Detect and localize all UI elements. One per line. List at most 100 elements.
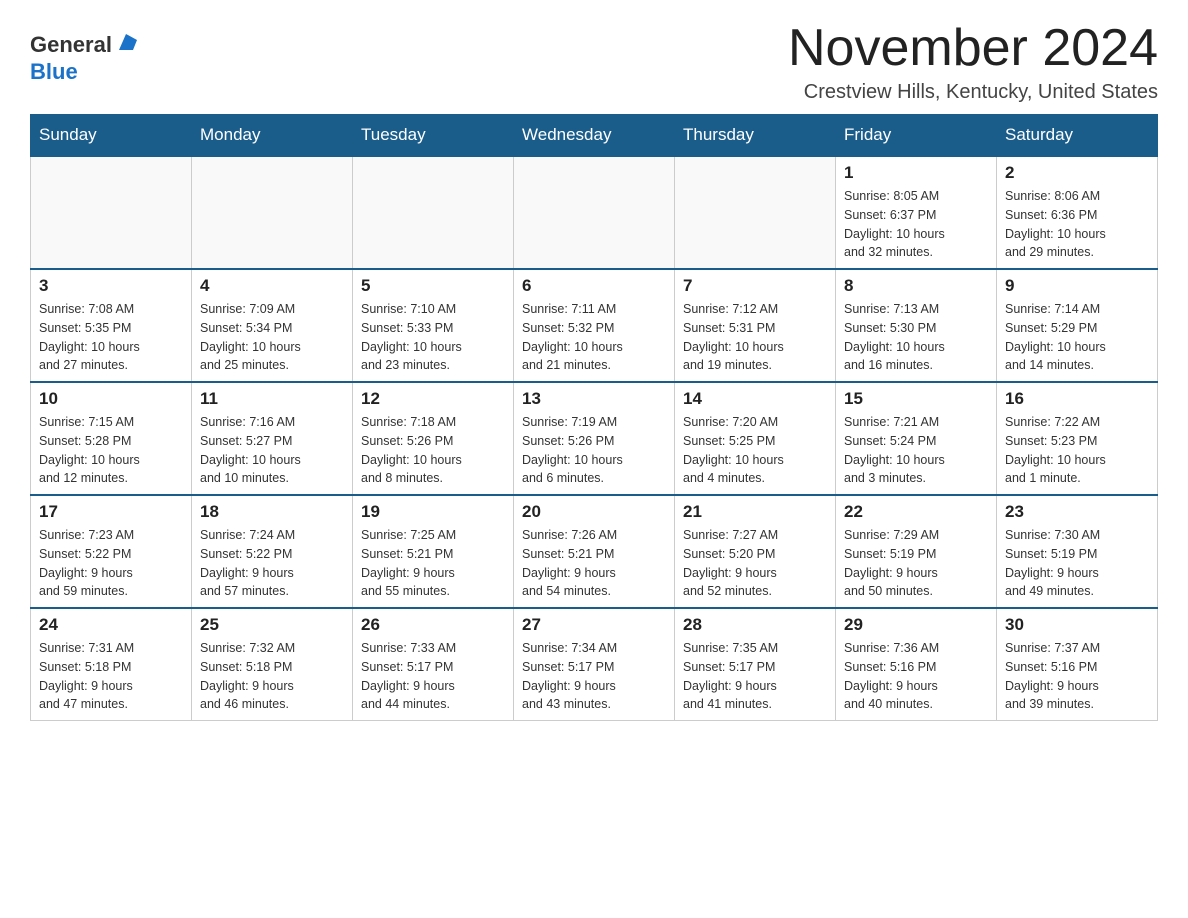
day-info: Sunrise: 7:31 AM Sunset: 5:18 PM Dayligh… (39, 639, 183, 714)
day-info: Sunrise: 7:10 AM Sunset: 5:33 PM Dayligh… (361, 300, 505, 375)
calendar-cell: 19Sunrise: 7:25 AM Sunset: 5:21 PM Dayli… (353, 495, 514, 608)
calendar-cell: 18 Sunrise: 7:24 AM Sunset: 5:22 PM Dayli… (192, 495, 353, 608)
calendar-header-sunday: Sunday (31, 115, 192, 157)
calendar-header-friday: Friday (836, 115, 997, 157)
day-info: Sunrise: 7:11 AM Sunset: 5:32 PM Dayligh… (522, 300, 666, 375)
calendar-week-row: 1Sunrise: 8:05 AM Sunset: 6:37 PM Daylig… (31, 156, 1158, 269)
day-number: 1 (844, 163, 988, 183)
day-info: Sunrise: 7:25 AM Sunset: 5:21 PM Dayligh… (361, 526, 505, 601)
calendar-cell: 3 Sunrise: 7:08 AM Sunset: 5:35 PM Daylig… (31, 269, 192, 382)
calendar-cell: 24 Sunrise: 7:31 AM Sunset: 5:18 PM Dayli… (31, 608, 192, 721)
calendar-table: SundayMondayTuesdayWednesdayThursdayFrid… (30, 114, 1158, 721)
logo-triangle-icon (115, 32, 137, 54)
calendar-header-saturday: Saturday (997, 115, 1158, 157)
day-number: 12 (361, 389, 505, 409)
day-number: 21 (683, 502, 827, 522)
day-info: Sunrise: 7:34 AM Sunset: 5:17 PM Dayligh… (522, 639, 666, 714)
day-number: 18 (200, 502, 344, 522)
day-info: Sunrise: 8:06 AM Sunset: 6:36 PM Dayligh… (1005, 187, 1149, 262)
day-number: 17 (39, 502, 183, 522)
calendar-cell: 27 Sunrise: 7:34 AM Sunset: 5:17 PM Dayli… (514, 608, 675, 721)
day-info: Sunrise: 7:09 AM Sunset: 5:34 PM Dayligh… (200, 300, 344, 375)
calendar-cell: 22 Sunrise: 7:29 AM Sunset: 5:19 PM Dayli… (836, 495, 997, 608)
day-info: Sunrise: 7:12 AM Sunset: 5:31 PM Dayligh… (683, 300, 827, 375)
calendar-cell (31, 156, 192, 269)
day-number: 13 (522, 389, 666, 409)
day-number: 2 (1005, 163, 1149, 183)
day-info: Sunrise: 7:37 AM Sunset: 5:16 PM Dayligh… (1005, 639, 1149, 714)
day-info: Sunrise: 7:26 AM Sunset: 5:21 PM Dayligh… (522, 526, 666, 601)
logo-general-text: General (30, 32, 112, 58)
day-number: 29 (844, 615, 988, 635)
calendar-week-row: 3 Sunrise: 7:08 AM Sunset: 5:35 PM Daylig… (31, 269, 1158, 382)
calendar-cell: 23Sunrise: 7:30 AM Sunset: 5:19 PM Dayli… (997, 495, 1158, 608)
logo-blue-text: Blue (30, 59, 78, 85)
day-info: Sunrise: 7:22 AM Sunset: 5:23 PM Dayligh… (1005, 413, 1149, 488)
day-number: 27 (522, 615, 666, 635)
day-info: Sunrise: 7:33 AM Sunset: 5:17 PM Dayligh… (361, 639, 505, 714)
calendar-cell: 9 Sunrise: 7:14 AM Sunset: 5:29 PM Daylig… (997, 269, 1158, 382)
day-number: 28 (683, 615, 827, 635)
calendar-cell: 2 Sunrise: 8:06 AM Sunset: 6:36 PM Daylig… (997, 156, 1158, 269)
calendar-cell: 12 Sunrise: 7:18 AM Sunset: 5:26 PM Dayli… (353, 382, 514, 495)
day-number: 4 (200, 276, 344, 296)
calendar-header-wednesday: Wednesday (514, 115, 675, 157)
day-number: 20 (522, 502, 666, 522)
day-number: 9 (1005, 276, 1149, 296)
calendar-cell: 11Sunrise: 7:16 AM Sunset: 5:27 PM Dayli… (192, 382, 353, 495)
day-number: 16 (1005, 389, 1149, 409)
day-number: 24 (39, 615, 183, 635)
logo: General Blue (30, 20, 137, 85)
page-header: General Blue November 2024 Crestview Hil… (30, 20, 1158, 104)
day-info: Sunrise: 7:21 AM Sunset: 5:24 PM Dayligh… (844, 413, 988, 488)
calendar-week-row: 24 Sunrise: 7:31 AM Sunset: 5:18 PM Dayli… (31, 608, 1158, 721)
day-info: Sunrise: 7:29 AM Sunset: 5:19 PM Dayligh… (844, 526, 988, 601)
day-number: 25 (200, 615, 344, 635)
calendar-cell: 13Sunrise: 7:19 AM Sunset: 5:26 PM Dayli… (514, 382, 675, 495)
day-info: Sunrise: 7:14 AM Sunset: 5:29 PM Dayligh… (1005, 300, 1149, 375)
day-number: 11 (200, 389, 344, 409)
calendar-cell: 20 Sunrise: 7:26 AM Sunset: 5:21 PM Dayli… (514, 495, 675, 608)
location-title: Crestview Hills, Kentucky, United States (788, 81, 1158, 104)
day-info: Sunrise: 7:32 AM Sunset: 5:18 PM Dayligh… (200, 639, 344, 714)
calendar-cell: 14 Sunrise: 7:20 AM Sunset: 5:25 PM Dayli… (675, 382, 836, 495)
calendar-cell: 1Sunrise: 8:05 AM Sunset: 6:37 PM Daylig… (836, 156, 997, 269)
calendar-cell (514, 156, 675, 269)
day-info: Sunrise: 7:18 AM Sunset: 5:26 PM Dayligh… (361, 413, 505, 488)
day-number: 5 (361, 276, 505, 296)
day-number: 14 (683, 389, 827, 409)
calendar-cell: 26 Sunrise: 7:33 AM Sunset: 5:17 PM Dayli… (353, 608, 514, 721)
day-info: Sunrise: 7:23 AM Sunset: 5:22 PM Dayligh… (39, 526, 183, 601)
day-number: 10 (39, 389, 183, 409)
calendar-cell: 28 Sunrise: 7:35 AM Sunset: 5:17 PM Dayli… (675, 608, 836, 721)
day-info: Sunrise: 7:08 AM Sunset: 5:35 PM Dayligh… (39, 300, 183, 375)
day-info: Sunrise: 7:15 AM Sunset: 5:28 PM Dayligh… (39, 413, 183, 488)
day-number: 6 (522, 276, 666, 296)
calendar-cell: 5 Sunrise: 7:10 AM Sunset: 5:33 PM Daylig… (353, 269, 514, 382)
calendar-cell: 6 Sunrise: 7:11 AM Sunset: 5:32 PM Daylig… (514, 269, 675, 382)
calendar-cell: 10 Sunrise: 7:15 AM Sunset: 5:28 PM Dayli… (31, 382, 192, 495)
day-number: 3 (39, 276, 183, 296)
day-info: Sunrise: 7:20 AM Sunset: 5:25 PM Dayligh… (683, 413, 827, 488)
calendar-week-row: 10 Sunrise: 7:15 AM Sunset: 5:28 PM Dayli… (31, 382, 1158, 495)
day-info: Sunrise: 7:24 AM Sunset: 5:22 PM Dayligh… (200, 526, 344, 601)
day-number: 23 (1005, 502, 1149, 522)
calendar-cell: 16 Sunrise: 7:22 AM Sunset: 5:23 PM Dayli… (997, 382, 1158, 495)
day-info: Sunrise: 7:35 AM Sunset: 5:17 PM Dayligh… (683, 639, 827, 714)
day-number: 22 (844, 502, 988, 522)
calendar-week-row: 17 Sunrise: 7:23 AM Sunset: 5:22 PM Dayli… (31, 495, 1158, 608)
day-number: 7 (683, 276, 827, 296)
calendar-cell (353, 156, 514, 269)
day-number: 8 (844, 276, 988, 296)
calendar-cell (675, 156, 836, 269)
day-info: Sunrise: 7:27 AM Sunset: 5:20 PM Dayligh… (683, 526, 827, 601)
calendar-cell: 15Sunrise: 7:21 AM Sunset: 5:24 PM Dayli… (836, 382, 997, 495)
calendar-header-row: SundayMondayTuesdayWednesdayThursdayFrid… (31, 115, 1158, 157)
calendar-cell: 21 Sunrise: 7:27 AM Sunset: 5:20 PM Dayli… (675, 495, 836, 608)
calendar-cell: 4 Sunrise: 7:09 AM Sunset: 5:34 PM Daylig… (192, 269, 353, 382)
day-number: 26 (361, 615, 505, 635)
calendar-cell: 25 Sunrise: 7:32 AM Sunset: 5:18 PM Dayli… (192, 608, 353, 721)
calendar-header-thursday: Thursday (675, 115, 836, 157)
calendar-cell: 17 Sunrise: 7:23 AM Sunset: 5:22 PM Dayli… (31, 495, 192, 608)
day-number: 30 (1005, 615, 1149, 635)
